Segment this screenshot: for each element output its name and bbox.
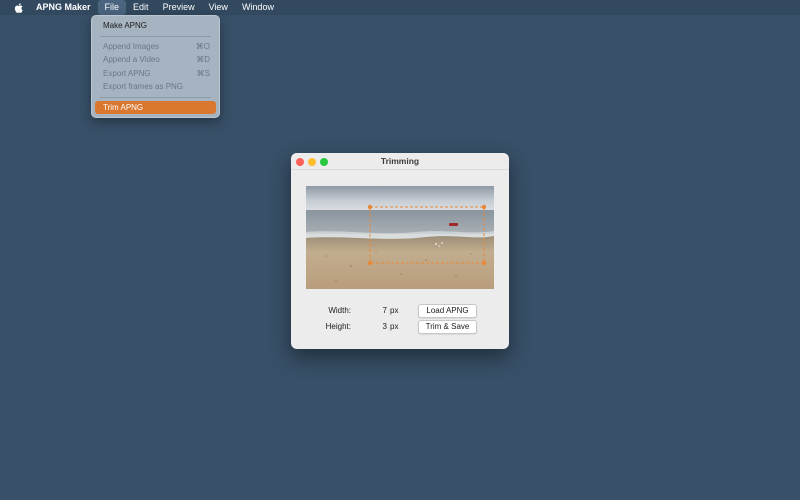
sky-region bbox=[306, 186, 494, 210]
width-row: Width: 7 px Load APNG bbox=[291, 304, 509, 318]
menu-item-append-images[interactable]: Append Images ⌘O bbox=[95, 40, 216, 54]
apng-preview-image[interactable] bbox=[306, 186, 494, 289]
apple-logo-icon bbox=[14, 2, 23, 13]
sea-region bbox=[306, 210, 494, 234]
menu-file[interactable]: File bbox=[97, 0, 127, 15]
load-apng-button[interactable]: Load APNG bbox=[418, 304, 477, 318]
crop-handle bbox=[481, 204, 487, 210]
menu-item-label: Append a Video bbox=[103, 55, 160, 64]
height-unit: px bbox=[390, 322, 399, 331]
menu-preview[interactable]: Preview bbox=[156, 0, 202, 15]
menu-edit[interactable]: Edit bbox=[126, 0, 156, 15]
crop-handle bbox=[481, 260, 487, 266]
menu-item-label: Make APNG bbox=[103, 21, 148, 30]
height-value: 3 bbox=[382, 322, 387, 331]
menu-item-append-video[interactable]: Append a Video ⌘D bbox=[95, 53, 216, 67]
menu-window[interactable]: Window bbox=[235, 0, 281, 15]
width-unit: px bbox=[390, 306, 399, 315]
menu-separator bbox=[100, 96, 211, 98]
menu-shortcut: ⌘O bbox=[195, 41, 210, 51]
sand-region bbox=[306, 236, 494, 289]
height-label: Height: bbox=[325, 322, 351, 331]
menu-separator bbox=[100, 35, 211, 37]
menu-item-label: Export frames as PNG bbox=[103, 82, 184, 91]
height-row: Height: 3 px Trim & Save bbox=[291, 320, 509, 334]
apple-menu[interactable] bbox=[0, 2, 36, 13]
menu-shortcut: ⌘S bbox=[196, 68, 210, 78]
window-title: Trimming bbox=[380, 156, 420, 166]
width-label: Width: bbox=[328, 306, 351, 315]
boat bbox=[449, 223, 458, 226]
menu-item-export-apng[interactable]: Export APNG ⌘S bbox=[95, 67, 216, 81]
menu-app-name[interactable]: APNG Maker bbox=[36, 0, 98, 15]
crop-handle bbox=[367, 204, 373, 210]
menu-view[interactable]: View bbox=[202, 0, 235, 15]
window-titlebar[interactable]: Trimming bbox=[291, 153, 509, 170]
menu-item-make-apng[interactable]: Make APNG bbox=[95, 19, 216, 33]
menu-item-label: Export APNG bbox=[103, 68, 151, 78]
crop-handle bbox=[367, 260, 373, 266]
menu-item-label: Append Images bbox=[103, 41, 160, 51]
menu-bar: APNG Maker File Edit Preview View Window bbox=[0, 0, 800, 15]
menu-item-trim-apng[interactable]: Trim APNG bbox=[95, 100, 216, 114]
menu-item-export-frames[interactable]: Export frames as PNG bbox=[95, 80, 216, 94]
file-menu-dropdown: Make APNG Append Images ⌘O Append a Vide… bbox=[91, 15, 220, 118]
menu-shortcut: ⌘D bbox=[196, 55, 210, 64]
width-value: 7 bbox=[382, 306, 387, 315]
trimming-window: Trimming Width: 7 px Load APNG Height: 3… bbox=[291, 153, 509, 349]
trim-and-save-button[interactable]: Trim & Save bbox=[418, 320, 477, 334]
menu-item-label: Trim APNG bbox=[103, 102, 144, 112]
